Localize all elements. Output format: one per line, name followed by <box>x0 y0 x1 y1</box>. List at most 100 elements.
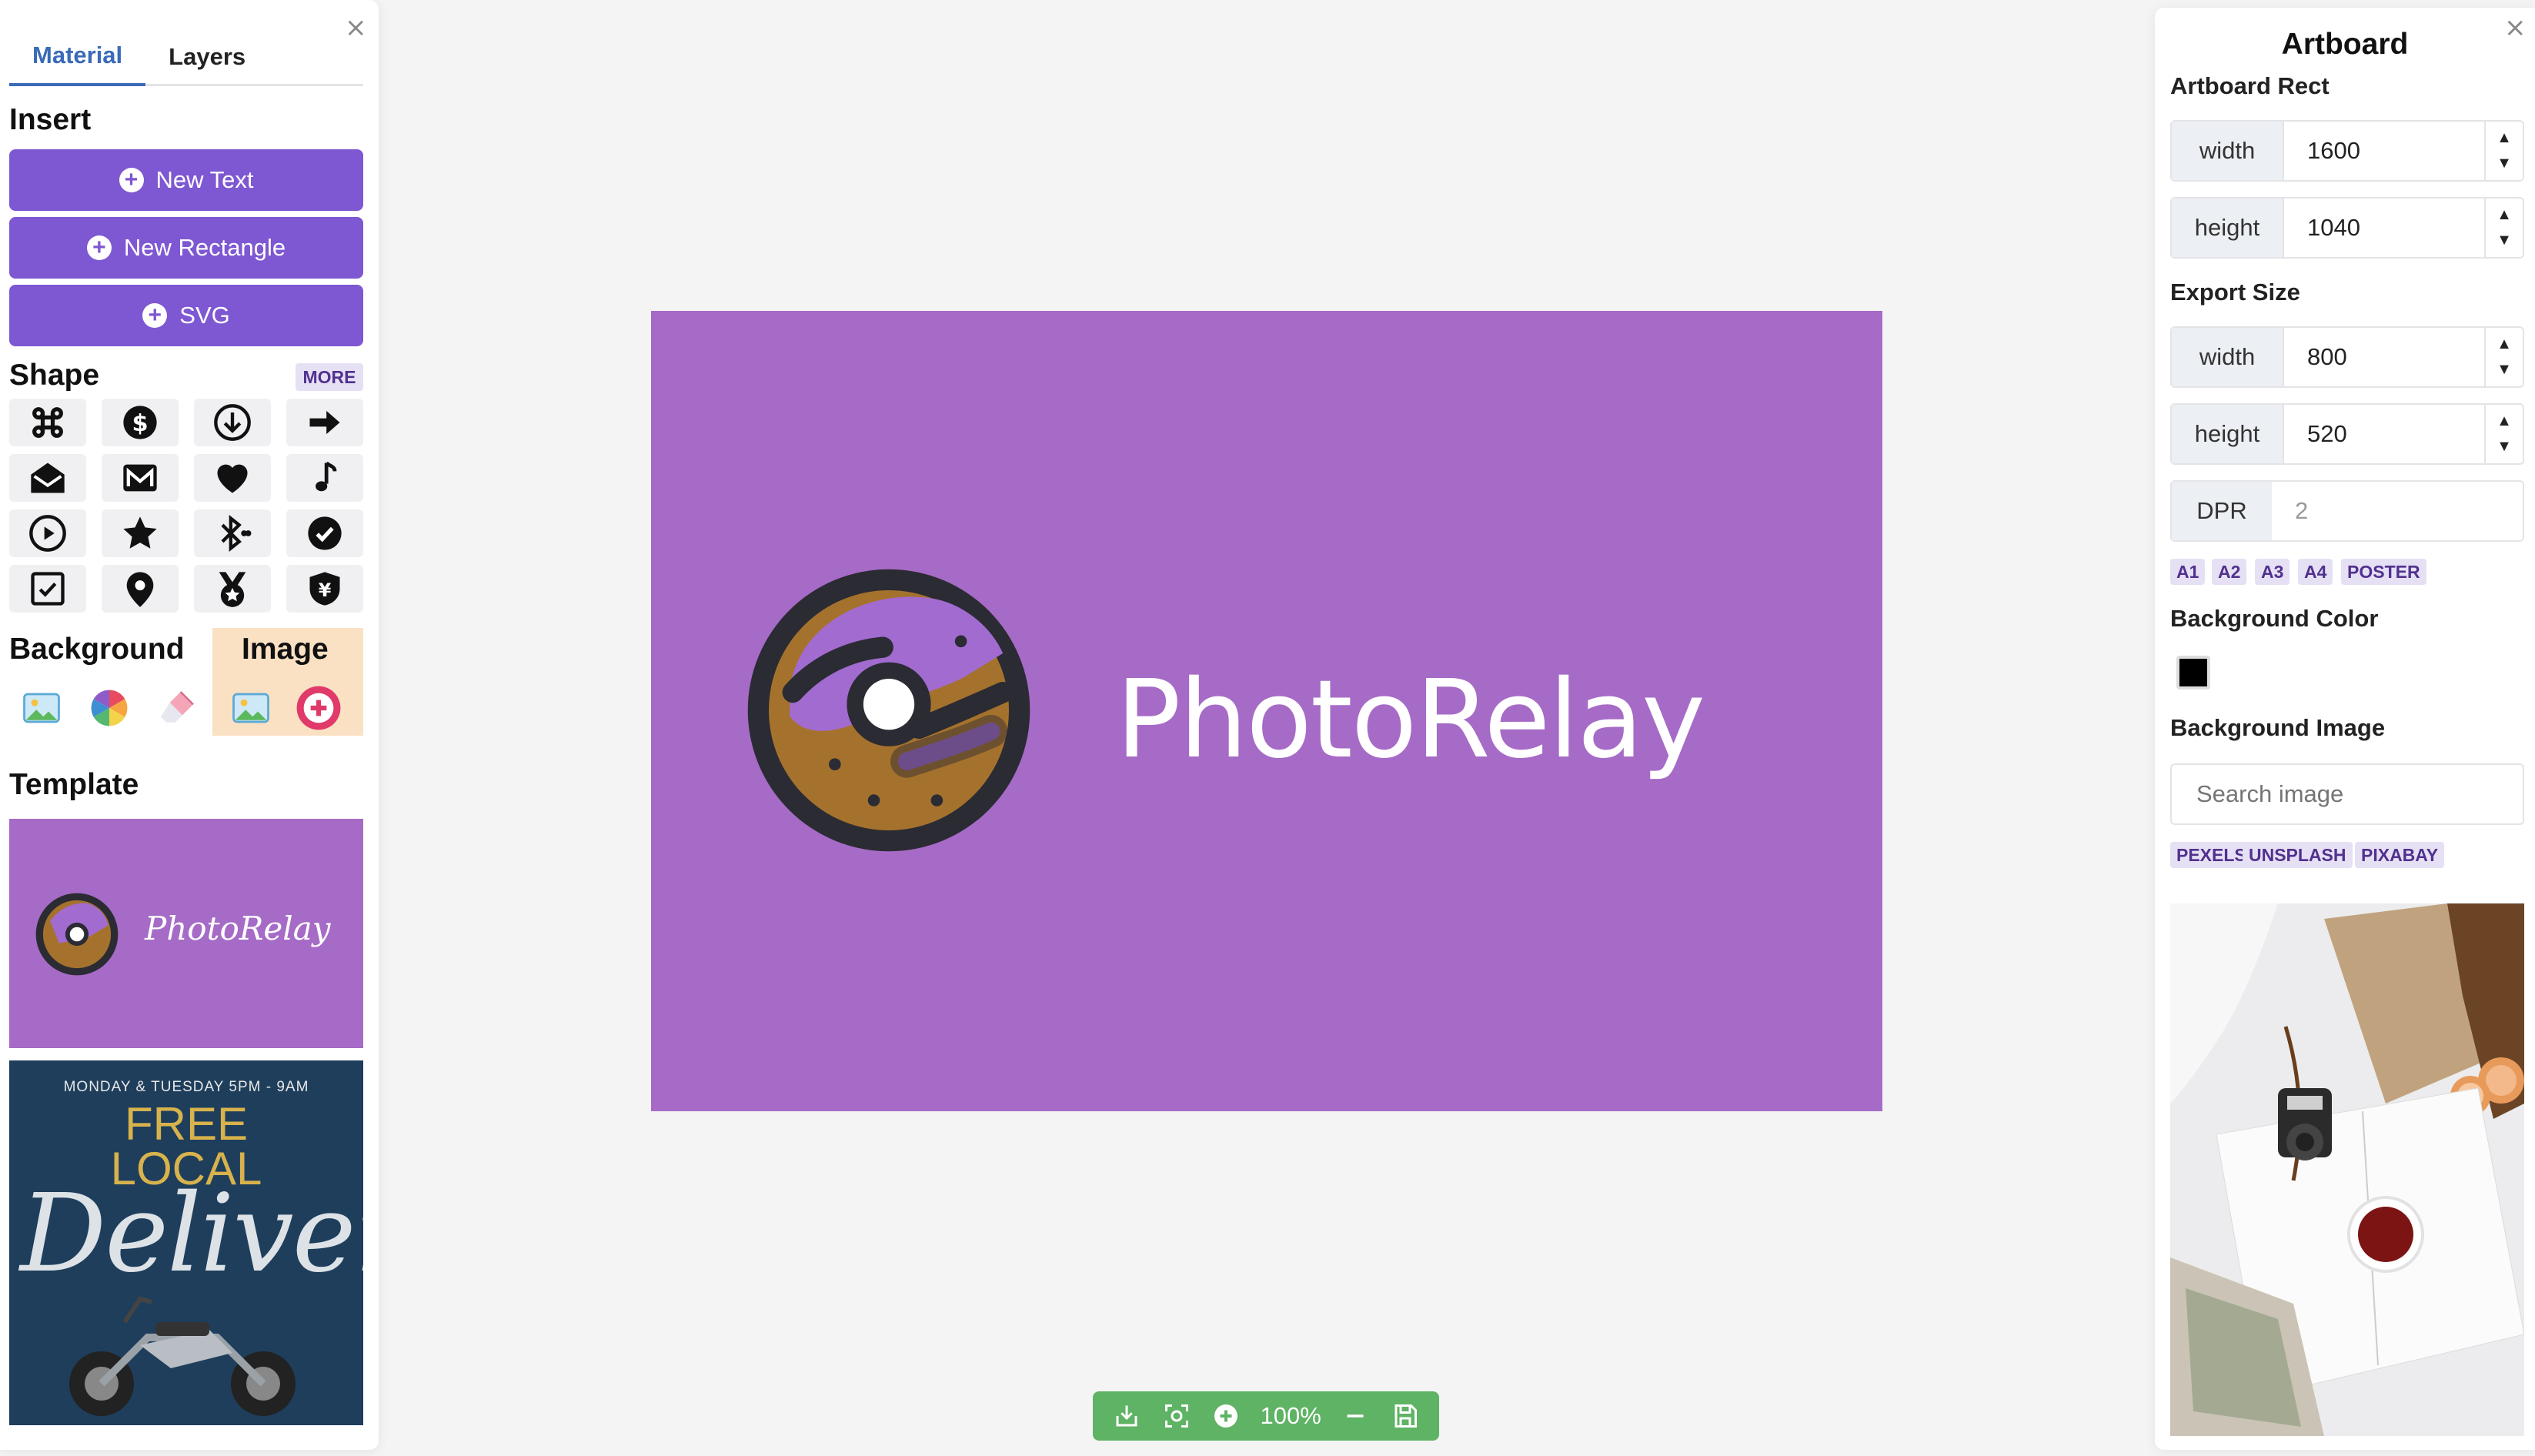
panel-tabs: Material Layers <box>9 28 363 86</box>
source-unsplash[interactable]: UNSPLASH <box>2243 842 2353 868</box>
decrement-icon[interactable]: ▼ <box>2497 438 2512 456</box>
heart-icon[interactable] <box>194 454 271 502</box>
artboard-brand-text[interactable]: PhotoRelay <box>1116 657 1705 783</box>
gmail-icon[interactable] <box>102 454 179 502</box>
plus-circle-icon: + <box>119 168 144 192</box>
preset-a4[interactable]: A4 <box>2298 559 2333 585</box>
shape-grid: $ ¥ <box>9 399 363 613</box>
template-photorelay[interactable]: PhotoRelay <box>9 819 363 1048</box>
preset-poster[interactable]: POSTER <box>2341 559 2426 585</box>
search-image-input[interactable] <box>2170 763 2524 825</box>
stepper: ▲ ▼ <box>2484 199 2523 257</box>
new-rectangle-label: New Rectangle <box>123 234 286 261</box>
image-icon[interactable] <box>14 680 69 736</box>
image-icon[interactable] <box>223 680 279 736</box>
fit-screen-icon[interactable] <box>1161 1401 1192 1431</box>
new-text-button[interactable]: + New Text <box>9 149 363 211</box>
background-image-label: Background Image <box>2170 714 2386 741</box>
template-delivery-subtitle: MONDAY & TUESDAY 5PM - 9AM <box>63 1079 309 1095</box>
increment-icon[interactable]: ▲ <box>2497 206 2512 224</box>
dollar-circle-icon[interactable]: $ <box>102 399 179 446</box>
checkbox-icon[interactable] <box>9 565 86 613</box>
tab-material[interactable]: Material <box>9 28 146 86</box>
save-icon[interactable] <box>1390 1401 1421 1431</box>
export-width-field: width 800 ▲ ▼ <box>2170 326 2524 388</box>
command-icon[interactable] <box>9 399 86 446</box>
zoom-in-icon[interactable] <box>1211 1401 1241 1431</box>
dpr-label: DPR <box>2172 482 2272 540</box>
add-circle-icon[interactable] <box>291 680 346 736</box>
artboard-canvas[interactable]: PhotoRelay <box>651 311 1882 1111</box>
tab-layers[interactable]: Layers <box>145 28 269 86</box>
donut-logo-icon[interactable] <box>739 560 1039 860</box>
decrement-icon[interactable]: ▼ <box>2497 232 2512 249</box>
artboard-settings-panel: × Artboard Artboard Rect width 1600 ▲ ▼ … <box>2155 8 2535 1450</box>
increment-icon[interactable]: ▲ <box>2497 412 2512 430</box>
width-label: width <box>2172 122 2284 180</box>
map-pin-icon[interactable] <box>102 565 179 613</box>
music-note-icon[interactable] <box>286 454 363 502</box>
artboard-width-input[interactable]: 1600 <box>2284 122 2484 180</box>
increment-icon[interactable]: ▲ <box>2497 129 2512 147</box>
dpr-input[interactable]: 2 <box>2272 482 2523 540</box>
arrow-right-icon[interactable] <box>286 399 363 446</box>
medal-icon[interactable] <box>194 565 271 613</box>
background-color-label: Background Color <box>2170 605 2379 632</box>
play-circle-icon[interactable] <box>9 509 86 557</box>
increment-icon[interactable]: ▲ <box>2497 336 2512 353</box>
preset-a2[interactable]: A2 <box>2212 559 2247 585</box>
artboard-rect-label: Artboard Rect <box>2170 72 2330 99</box>
insert-title: Insert <box>9 103 92 136</box>
color-wheel-icon[interactable] <box>82 680 137 736</box>
export-height-input[interactable]: 520 <box>2284 405 2484 463</box>
material-panel: × Material Layers Insert + New Text + Ne… <box>0 0 379 1450</box>
height-label: height <box>2172 199 2284 257</box>
preset-a1[interactable]: A1 <box>2170 559 2206 585</box>
more-button[interactable]: MORE <box>296 363 363 391</box>
arrow-down-circle-icon[interactable] <box>194 399 271 446</box>
preset-a3[interactable]: A3 <box>2255 559 2290 585</box>
artboard-height-input[interactable]: 1040 <box>2284 199 2484 257</box>
bluetooth-icon[interactable] <box>194 509 271 557</box>
stepper: ▲ ▼ <box>2484 405 2523 463</box>
new-rectangle-button[interactable]: + New Rectangle <box>9 217 363 279</box>
template-brand-text: PhotoRelay <box>145 910 331 947</box>
export-size-label: Export Size <box>2170 279 2300 306</box>
decrement-icon[interactable]: ▼ <box>2497 155 2512 172</box>
headline-line-1: FREE <box>124 1098 249 1150</box>
svg-label: SVG <box>179 302 230 329</box>
yen-shield-icon[interactable]: ¥ <box>286 565 363 613</box>
star-icon[interactable] <box>102 509 179 557</box>
panel-title: Artboard <box>2281 28 2409 61</box>
height-label: height <box>2172 405 2284 463</box>
dpr-field: DPR 2 <box>2170 480 2524 542</box>
decrement-icon[interactable]: ▼ <box>2497 361 2512 379</box>
zoom-out-icon[interactable] <box>1340 1401 1371 1431</box>
donut-logo-icon <box>35 893 119 976</box>
download-icon[interactable] <box>1111 1401 1142 1431</box>
artboard-height-field: height 1040 ▲ ▼ <box>2170 197 2524 259</box>
background-image-thumbnail[interactable] <box>2170 903 2524 1436</box>
template-delivery-script: Deliver <box>20 1171 363 1297</box>
background-title: Background <box>9 633 185 666</box>
svg-text:$: $ <box>132 410 148 437</box>
source-pexels[interactable]: PEXELS <box>2170 842 2253 868</box>
background-section: Background <box>9 628 209 736</box>
plus-circle-icon: + <box>86 235 112 260</box>
check-circle-icon[interactable] <box>286 509 363 557</box>
width-label: width <box>2172 328 2284 386</box>
export-width-input[interactable]: 800 <box>2284 328 2484 386</box>
source-pixabay[interactable]: PIXABAY <box>2355 842 2445 868</box>
artboard-width-field: width 1600 ▲ ▼ <box>2170 120 2524 182</box>
svg-text:¥: ¥ <box>319 579 332 601</box>
svg-button[interactable]: + SVG <box>9 285 363 346</box>
eraser-icon[interactable] <box>149 680 205 736</box>
zoom-level: 100% <box>1260 1402 1321 1429</box>
template-delivery[interactable]: MONDAY & TUESDAY 5PM - 9AM FREE LOCAL De… <box>9 1060 363 1425</box>
background-color-swatch[interactable] <box>2176 656 2210 690</box>
envelope-open-icon[interactable] <box>9 454 86 502</box>
template-title: Template <box>9 768 139 801</box>
zoom-toolbar: 100% <box>1093 1391 1439 1441</box>
shape-title: Shape <box>9 359 100 392</box>
motorcycle-image <box>69 1296 296 1416</box>
